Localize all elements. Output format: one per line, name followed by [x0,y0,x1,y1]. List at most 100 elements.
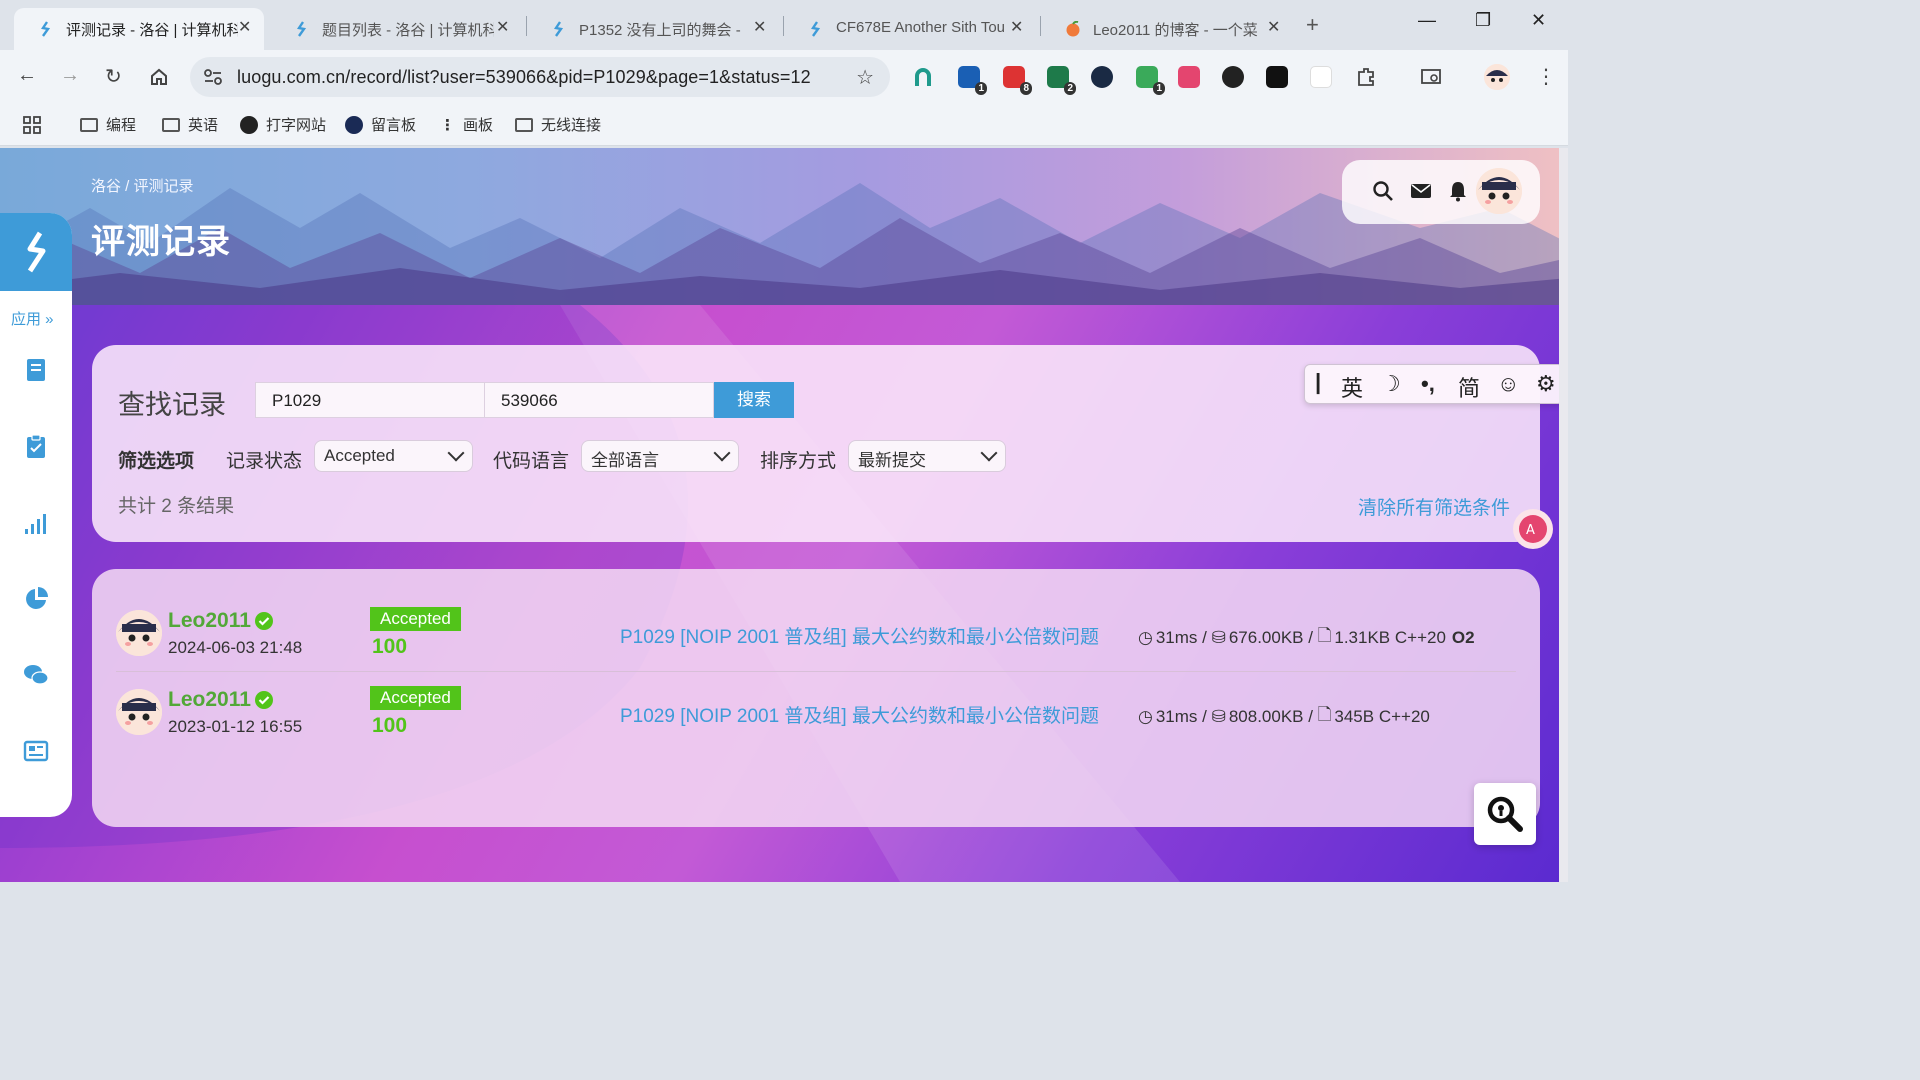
tab-close-icon[interactable]: ✕ [1267,17,1280,37]
user-avatar[interactable] [116,689,162,735]
reload-icon[interactable]: ↻ [105,64,122,89]
svg-text:A: A [1526,523,1535,538]
extension-info-icon[interactable] [1222,66,1244,88]
language-select[interactable]: 全部语言 [581,440,739,472]
status-select[interactable]: Accepted [314,440,473,472]
ime-simplified-toggle[interactable]: 简 [1458,371,1480,403]
newspaper-icon[interactable] [22,737,50,765]
tab-close-icon[interactable]: ✕ [753,17,766,37]
search-icon[interactable] [1372,180,1394,202]
message-board-icon [345,115,363,134]
clear-filters-link[interactable]: 清除所有筛选条件 [1358,493,1510,520]
tab-close-icon[interactable]: ✕ [1010,17,1023,37]
punctuation-icon[interactable]: •, [1421,371,1435,397]
restore-icon[interactable]: ❐ [1475,10,1491,31]
language-filter-label: 代码语言 [493,451,570,472]
url-text[interactable]: luogu.com.cn/record/list?user=539066&pid… [237,67,811,88]
problem-link[interactable]: P1029 [NOIP 2001 普及组] 最大公约数和最小公倍数问题 [620,701,1099,728]
profile-avatar[interactable] [1484,64,1510,90]
moon-icon[interactable]: ☽ [1381,371,1401,397]
tab-blog[interactable]: Leo2011 的博客 - 一个菜 ✕ [1041,8,1291,50]
status-badge[interactable]: Accepted [370,686,461,710]
mail-icon[interactable] [1410,182,1432,200]
extensions-puzzle-icon[interactable] [1355,66,1377,88]
book-icon[interactable] [22,356,50,384]
o2-flag: O2 [1451,627,1475,647]
zoom-search-button[interactable] [1474,783,1536,845]
back-icon[interactable]: ← [17,64,37,87]
extension-hex-icon[interactable] [1091,66,1113,88]
forward-icon[interactable]: → [60,64,80,87]
minimize-icon[interactable]: — [1418,10,1436,31]
username-link[interactable]: Leo2011 [168,688,251,712]
record-metrics: ◷ 31ms / ⛁ 676.00KB / 🗋 1.31KB C++20 O2 [1138,623,1475,652]
memory-usage: 676.00KB [1228,627,1304,647]
translate-float-icon[interactable]: A [1513,509,1553,549]
bookmark-drawing-board[interactable]: ⋮ 画板 [440,114,493,135]
pie-chart-icon[interactable] [22,585,50,613]
new-tab-icon[interactable]: + [1306,12,1319,38]
apps-grid-icon[interactable] [22,115,42,135]
status-badge[interactable]: Accepted [370,607,461,631]
side-navigation: 应用 » [0,213,72,817]
ime-toolbar: | 英 ☽ •, 简 ☺ ⚙ [1304,364,1564,404]
tab-p1352[interactable]: P1352 没有上司的舞会 - ✕ [527,8,777,50]
bookmark-folder-english[interactable]: 英语 [162,114,218,135]
user-avatar[interactable] [1476,168,1522,214]
problem-link[interactable]: P1029 [NOIP 2001 普及组] 最大公约数和最小公倍数问题 [620,622,1099,649]
bell-icon[interactable] [1448,180,1468,202]
extension-badge-icon[interactable]: 8 [1003,66,1032,95]
bookmark-typing-site[interactable]: 打字网站 [240,114,326,135]
ime-drag-handle[interactable]: | [1315,369,1321,395]
database-icon: ⛁ [1211,706,1226,726]
extension-stats-icon[interactable] [1310,66,1332,88]
bookmark-message-board[interactable]: 留言板 [345,114,416,135]
bar-chart-icon[interactable] [22,509,50,537]
verified-check-icon [255,612,273,630]
breadcrumb-current: 评测记录 [133,178,194,195]
close-window-icon[interactable]: ✕ [1531,10,1546,31]
breadcrumb-home-link[interactable]: 洛谷 [91,178,121,195]
file-icon: 🗋 [1317,705,1332,724]
verified-check-icon [255,691,273,709]
extension-shield-icon[interactable]: 1 [1136,66,1165,95]
breadcrumb-separator: / [121,178,134,195]
luogu-favicon-icon [297,21,307,37]
problem-id-input[interactable]: P1029 [255,382,485,418]
username-link[interactable]: Leo2011 [168,609,251,633]
bookmark-star-icon[interactable]: ☆ [856,65,874,90]
extension-translate-icon[interactable] [1178,66,1200,88]
clipboard-check-icon[interactable] [22,433,50,461]
extension-badge-icon[interactable]: 1 [958,66,987,95]
gear-icon[interactable]: ⚙ [1536,371,1556,397]
extension-w-icon[interactable] [1266,66,1288,88]
extension-badge-icon[interactable]: 2 [1047,66,1076,95]
chevron-down-icon [447,444,465,462]
tab-close-icon[interactable]: ✕ [238,17,251,37]
user-avatar[interactable] [116,610,162,656]
site-info-icon[interactable] [202,67,224,87]
extension-arch-icon[interactable] [912,66,934,88]
tab-close-icon[interactable]: ✕ [496,17,509,37]
page-scrollbar[interactable] [1559,148,1568,882]
peach-favicon-icon [1066,21,1080,37]
home-icon[interactable] [149,67,169,87]
tab-problem-list[interactable]: 题目列表 - 洛谷 | 计算机科 ✕ [270,8,520,50]
chat-icon[interactable] [22,661,50,689]
tab-cf678e[interactable]: CF678E Another Sith Tou ✕ [784,8,1034,50]
tab-record-list[interactable]: 评测记录 - 洛谷 | 计算机科 ✕ [14,8,264,50]
luogu-logo[interactable] [0,213,72,291]
user-id-input[interactable]: 539066 [484,382,714,418]
language: C++20 [1378,706,1430,726]
ime-mode-toggle[interactable]: 英 [1341,371,1363,403]
bookmark-folder-wireless[interactable]: 无线连接 [515,114,601,135]
menu-kebab-icon[interactable]: ⋮ [1536,64,1556,89]
order-select[interactable]: 最新提交 [848,440,1006,472]
media-cast-icon[interactable] [1420,66,1442,88]
page-content: 洛谷 / 评测记录 评测记录 应用 » 查找记录 P1029 539066 搜索… [0,148,1568,882]
address-bar[interactable]: luogu.com.cn/record/list?user=539066&pid… [190,57,890,97]
emoji-icon[interactable]: ☺ [1497,371,1519,397]
search-button[interactable]: 搜索 [714,382,794,418]
apps-expand-link[interactable]: 应用 » [11,308,54,329]
bookmark-folder-programming[interactable]: 编程 [80,114,136,135]
